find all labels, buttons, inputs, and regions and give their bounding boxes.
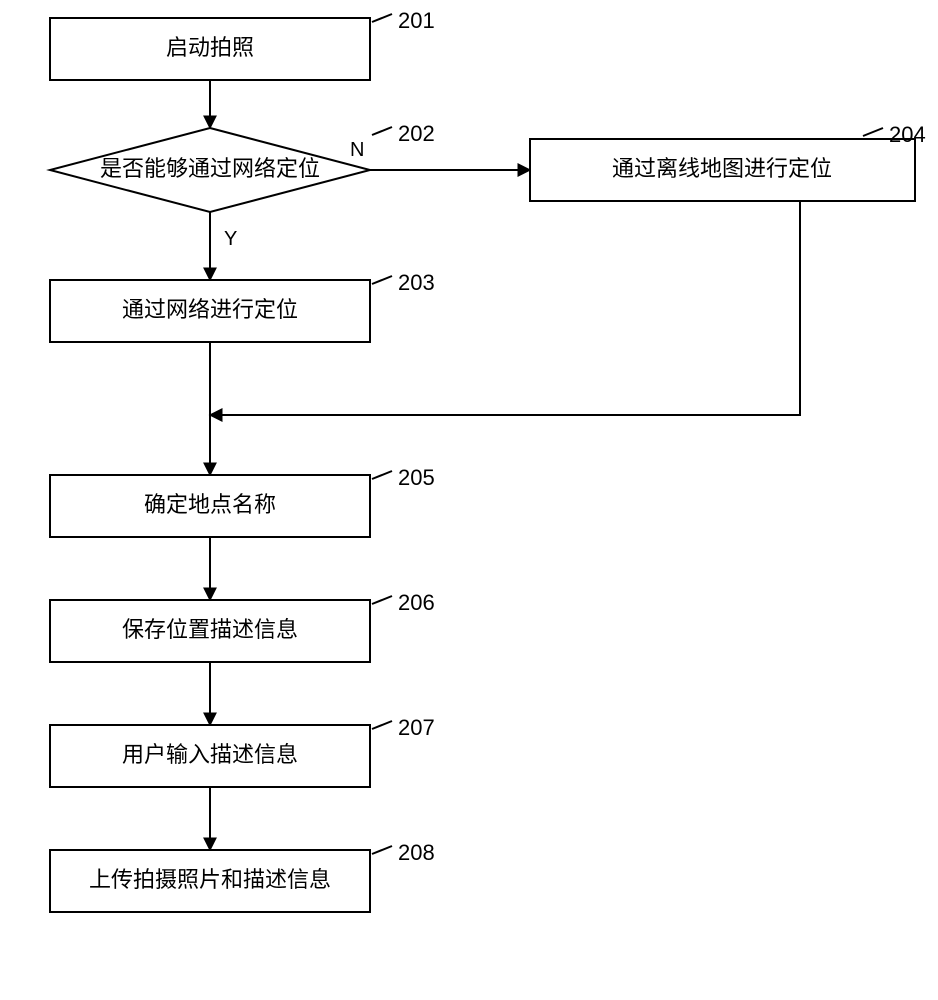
node-203-ref: 203: [398, 270, 435, 295]
node-204-ref: 204: [889, 122, 926, 147]
node-205-ref: 205: [398, 465, 435, 490]
node-202-ref: 202: [398, 121, 435, 146]
node-208-ref: 208: [398, 840, 435, 865]
node-201-label: 启动拍照: [166, 35, 254, 60]
decision-no-label: N: [350, 139, 364, 161]
node-205-label: 确定地点名称: [144, 492, 276, 517]
node-204-label: 通过离线地图进行定位: [612, 156, 832, 181]
decision-yes-label: Y: [224, 228, 237, 250]
node-206-ref: 206: [398, 590, 435, 615]
node-207-ref: 207: [398, 715, 435, 740]
node-208: 上传拍摄照片和描述信息: [50, 850, 370, 912]
node-204: 通过离线地图进行定位: [530, 139, 915, 201]
flowchart: 启动拍照 201 是否能够通过网络定位 202 N Y 通过离线地图进行定位 2…: [0, 0, 938, 1000]
node-206-label: 保存位置描述信息: [122, 617, 298, 642]
node-202: 是否能够通过网络定位: [50, 128, 370, 212]
node-201-ref: 201: [398, 8, 435, 33]
node-206: 保存位置描述信息: [50, 600, 370, 662]
node-202-label: 是否能够通过网络定位: [100, 156, 320, 181]
node-207-label: 用户输入描述信息: [122, 742, 298, 767]
node-205: 确定地点名称: [50, 475, 370, 537]
node-207: 用户输入描述信息: [50, 725, 370, 787]
node-208-label: 上传拍摄照片和描述信息: [89, 867, 331, 892]
node-203-label: 通过网络进行定位: [122, 297, 298, 322]
node-201: 启动拍照: [50, 18, 370, 80]
node-203: 通过网络进行定位: [50, 280, 370, 342]
